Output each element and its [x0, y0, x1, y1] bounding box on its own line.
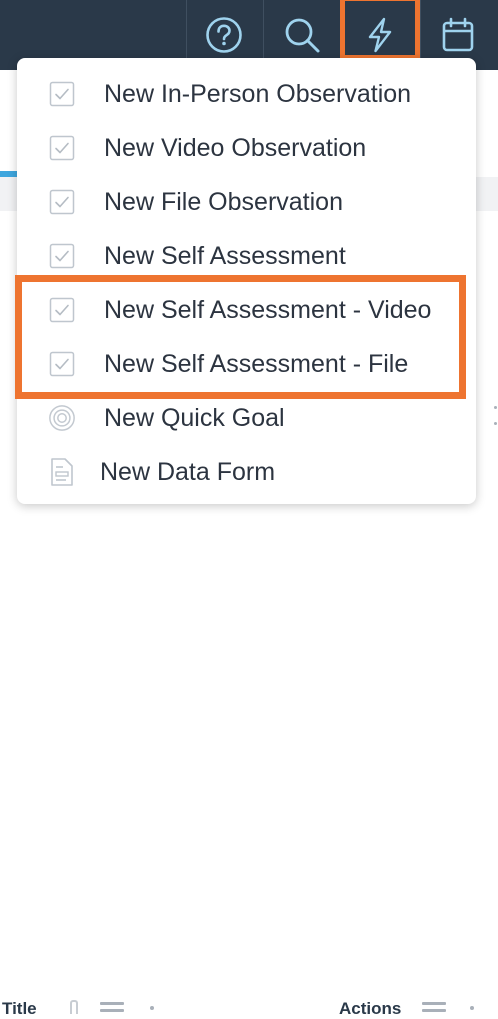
form-icon — [48, 458, 76, 486]
menu-item-label: New Quick Goal — [104, 404, 285, 432]
menu-item-new-in-person-observation[interactable]: New In-Person Observation — [17, 66, 476, 120]
column-resize-handle[interactable] — [470, 1006, 474, 1010]
help-button[interactable] — [203, 14, 245, 56]
checkbox-icon — [48, 242, 76, 270]
column-menu-icon[interactable] — [100, 1002, 124, 1016]
nav-divider — [263, 0, 264, 58]
menu-item-new-video-observation[interactable]: New Video Observation — [17, 120, 476, 174]
menu-item-new-file-observation[interactable]: New File Observation — [17, 174, 476, 228]
menu-item-new-data-form[interactable]: New Data Form — [17, 444, 476, 498]
menu-item-label: New Video Observation — [104, 134, 367, 162]
sort-icon[interactable] — [70, 1000, 78, 1014]
menu-item-new-self-assessment-file[interactable]: New Self Assessment - File — [17, 336, 476, 390]
checkbox-icon — [48, 350, 76, 378]
calendar-icon — [442, 17, 474, 52]
target-icon — [48, 404, 76, 432]
column-actions-header: Actions — [339, 999, 402, 1018]
calendar-button[interactable] — [437, 14, 479, 56]
nav-divider — [186, 0, 187, 58]
checkbox-icon — [48, 188, 76, 216]
scroll-handle[interactable] — [494, 406, 497, 409]
menu-item-label: New Self Assessment - File — [104, 350, 409, 378]
search-icon — [285, 18, 320, 53]
search-button[interactable] — [281, 14, 323, 56]
menu-item-label: New Self Assessment - Video — [104, 296, 432, 324]
scroll-handle[interactable] — [494, 422, 497, 425]
menu-item-new-self-assessment-video[interactable]: New Self Assessment - Video — [17, 282, 476, 336]
menu-item-new-self-assessment[interactable]: New Self Assessment — [17, 228, 476, 282]
highlight-frame — [340, 0, 420, 60]
column-menu-icon[interactable] — [422, 1002, 446, 1016]
menu-item-label: New Data Form — [100, 458, 276, 486]
menu-item-label: New Self Assessment — [104, 242, 346, 270]
menu-item-label: New In-Person Observation — [104, 80, 412, 108]
column-title-header[interactable]: Title — [2, 999, 37, 1019]
checkbox-icon — [48, 296, 76, 324]
help-icon — [206, 17, 242, 53]
menu-item-new-quick-goal[interactable]: New Quick Goal — [17, 390, 476, 444]
column-resize-handle[interactable] — [150, 1006, 154, 1010]
menu-item-label: New File Observation — [104, 188, 343, 216]
nav-divider — [420, 0, 421, 58]
checkbox-icon — [48, 134, 76, 162]
checkbox-icon — [48, 80, 76, 108]
quick-actions-dropdown: New In-Person Observation New Video Obse… — [17, 58, 476, 504]
